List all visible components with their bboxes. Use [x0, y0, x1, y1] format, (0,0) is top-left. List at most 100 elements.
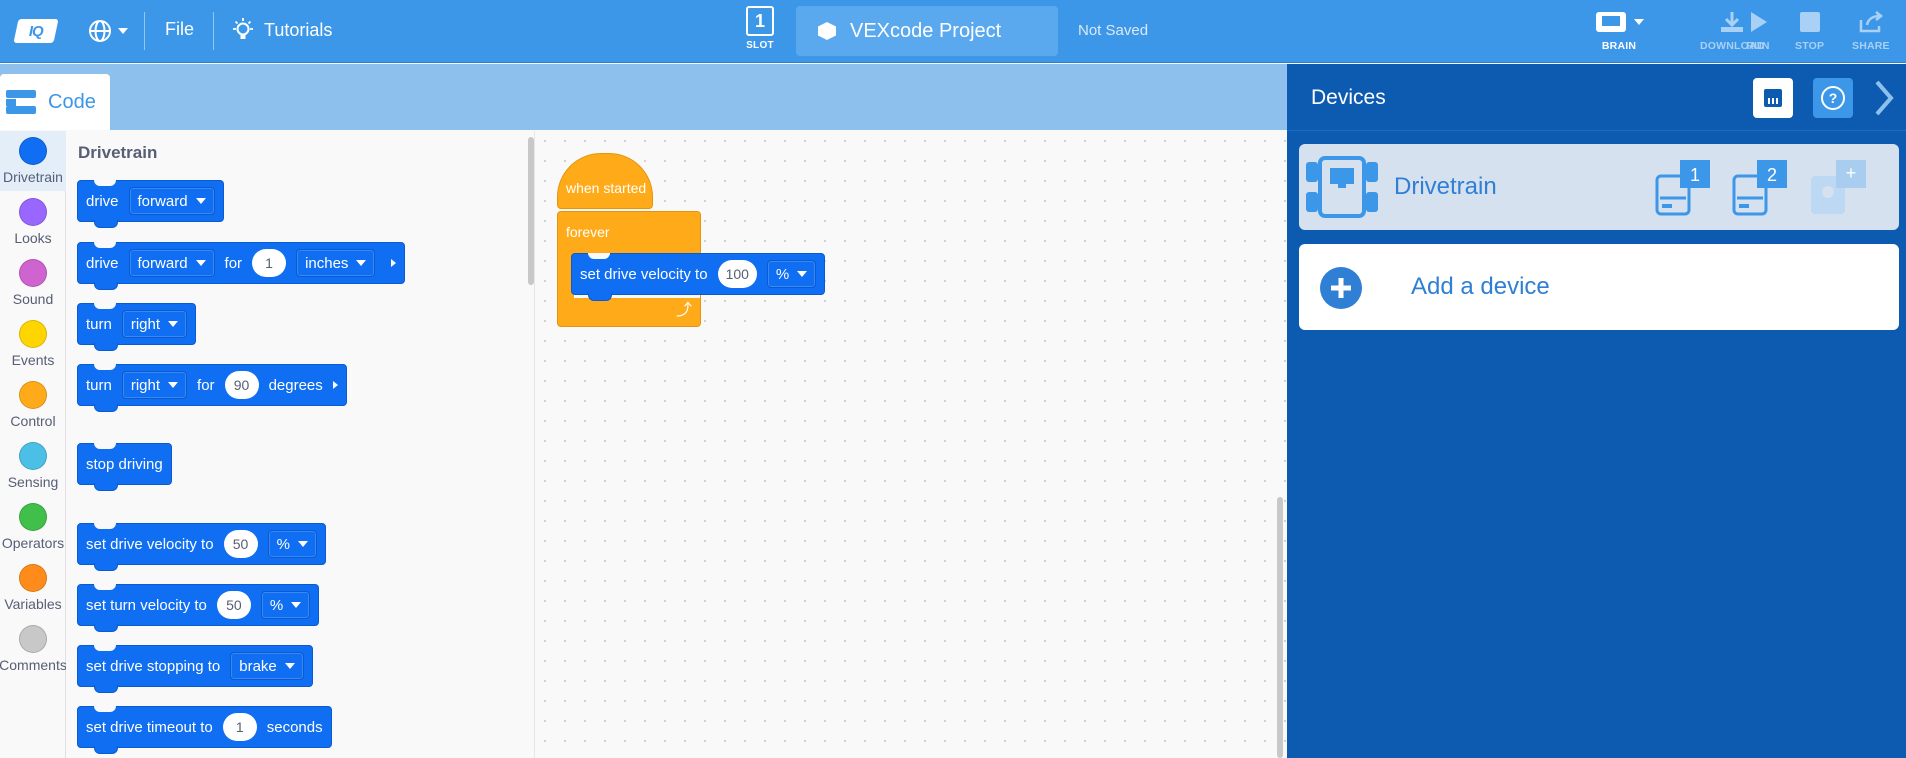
block-text: stop driving	[86, 455, 163, 473]
block-turn-for[interactable]: turn right for 90 degrees	[77, 364, 347, 412]
tab-code[interactable]: Code	[0, 74, 110, 130]
block-text: set turn velocity to	[86, 596, 207, 614]
direction-dropdown[interactable]: forward	[128, 249, 215, 277]
stopping-mode-dropdown[interactable]: brake	[230, 652, 304, 680]
block-text: when started	[566, 180, 647, 196]
dropdown-value: %	[269, 596, 284, 614]
category-color-dot	[19, 442, 47, 470]
motor-port-1: 1	[1654, 158, 1714, 223]
share-button[interactable]: SHARE	[1852, 10, 1890, 52]
loop-arrow-icon: ⤴	[675, 302, 692, 319]
device-label: Drivetrain	[1394, 173, 1497, 200]
angle-input[interactable]: 90	[224, 371, 259, 399]
block-text: turn	[86, 376, 112, 394]
add-device-button[interactable]: Add a device	[1299, 244, 1899, 330]
category-color-dot	[19, 564, 47, 592]
motor-icon: 1	[1655, 160, 1710, 216]
block-palette: Drivetrain drive forward drive forward f…	[66, 131, 534, 758]
caret-down-icon	[356, 260, 367, 266]
category-sound[interactable]: Sound	[0, 259, 66, 307]
direction-dropdown[interactable]: forward	[128, 187, 215, 215]
block-text: set drive timeout to	[86, 718, 213, 736]
dropdown-value: right	[130, 376, 161, 394]
caret-down-icon	[291, 602, 302, 608]
code-workspace[interactable]: when started forever ⤴ set drive velocit…	[534, 131, 1287, 758]
velocity-input[interactable]: 100	[717, 260, 757, 288]
category-drivetrain[interactable]: Drivetrain	[0, 131, 66, 191]
port-map-button[interactable]	[1753, 78, 1793, 118]
block-text: turn	[86, 315, 112, 333]
category-events[interactable]: Events	[0, 320, 66, 368]
language-menu[interactable]	[88, 17, 128, 45]
category-color-dot	[19, 625, 47, 653]
category-sensing[interactable]: Sensing	[0, 442, 66, 490]
block-set-turn-velocity[interactable]: set turn velocity to 50 %	[77, 584, 320, 632]
editor-tab-bar: Code	[0, 64, 1287, 130]
expand-arrow-icon[interactable]	[391, 259, 397, 267]
category-variables[interactable]: Variables	[0, 564, 66, 612]
chevron-down-icon	[118, 28, 128, 34]
help-button[interactable]: ?	[1813, 78, 1853, 118]
category-label: Operators	[1, 535, 65, 551]
caret-down-icon	[195, 198, 206, 204]
dropdown-value: %	[276, 535, 290, 553]
block-text: set drive stopping to	[86, 657, 221, 675]
category-color-dot	[19, 381, 47, 409]
devices-title: Devices	[1311, 86, 1386, 109]
expand-arrow-icon[interactable]	[332, 381, 338, 389]
category-looks[interactable]: Looks	[0, 198, 66, 246]
vex-iq-logo: IQ	[13, 19, 59, 43]
brain-icon	[1596, 12, 1626, 32]
direction-dropdown[interactable]: right	[121, 310, 188, 338]
block-set-drive-velocity[interactable]: set drive velocity to 100 %	[571, 253, 826, 301]
category-label: Comments	[0, 657, 67, 673]
block-drive-for[interactable]: drive forward for 1 inches	[77, 242, 406, 290]
tutorials-button[interactable]: Tutorials	[230, 17, 332, 43]
distance-input[interactable]: 1	[252, 249, 287, 277]
brain-button[interactable]: BRAIN	[1594, 10, 1644, 52]
block-text: set drive velocity to	[580, 265, 708, 283]
category-control[interactable]: Control	[0, 381, 66, 429]
port-map-icon	[1764, 89, 1782, 107]
direction-dropdown[interactable]: right	[121, 371, 188, 399]
block-stop-driving[interactable]: stop driving	[77, 443, 172, 491]
caret-down-icon	[297, 541, 308, 547]
category-comments[interactable]: Comments	[0, 625, 67, 673]
block-when-started[interactable]: when started	[557, 153, 653, 209]
collapse-panel-button[interactable]	[1869, 78, 1899, 118]
category-label: Events	[11, 352, 55, 368]
gyro-port-add[interactable]: +	[1808, 158, 1870, 223]
timeout-input[interactable]: 1	[222, 713, 257, 741]
block-set-drive-stopping[interactable]: set drive stopping to brake	[77, 645, 313, 693]
run-button[interactable]: RUN	[1746, 10, 1770, 52]
velocity-input[interactable]: 50	[223, 530, 258, 558]
slot-number: 1	[754, 10, 765, 31]
dropdown-value: right	[130, 315, 161, 333]
slot-icon: 1	[746, 6, 774, 36]
category-color-dot	[19, 259, 47, 287]
unit-dropdown[interactable]: %	[766, 260, 817, 288]
stop-button[interactable]: STOP	[1795, 10, 1824, 52]
file-menu[interactable]: File	[165, 19, 194, 40]
unit-dropdown[interactable]: %	[267, 530, 317, 558]
category-operators[interactable]: Operators	[0, 503, 66, 551]
velocity-input[interactable]: 50	[216, 591, 251, 619]
globe-icon	[89, 20, 111, 42]
slot-selector[interactable]: 1 SLOT	[742, 6, 778, 51]
block-text: drive	[86, 254, 119, 272]
block-set-drive-timeout[interactable]: set drive timeout to 1 seconds	[77, 706, 332, 754]
block-set-drive-velocity[interactable]: set drive velocity to 50 %	[77, 523, 326, 571]
project-name-field[interactable]: VEXcode Project	[796, 6, 1058, 56]
code-blocks-icon	[6, 90, 36, 114]
svg-text:?: ?	[1829, 90, 1838, 106]
unit-dropdown[interactable]: %	[260, 591, 311, 619]
stop-icon	[1799, 12, 1820, 32]
help-icon: ?	[1821, 86, 1845, 110]
device-drivetrain[interactable]: Drivetrain 1 2 +	[1299, 144, 1899, 230]
block-turn[interactable]: turn right	[77, 303, 197, 351]
block-drive[interactable]: drive forward	[77, 180, 224, 228]
caret-down-icon	[284, 663, 295, 669]
workspace-scrollbar[interactable]	[1277, 497, 1283, 758]
dropdown-value: brake	[239, 657, 277, 675]
unit-dropdown[interactable]: inches	[296, 249, 376, 277]
